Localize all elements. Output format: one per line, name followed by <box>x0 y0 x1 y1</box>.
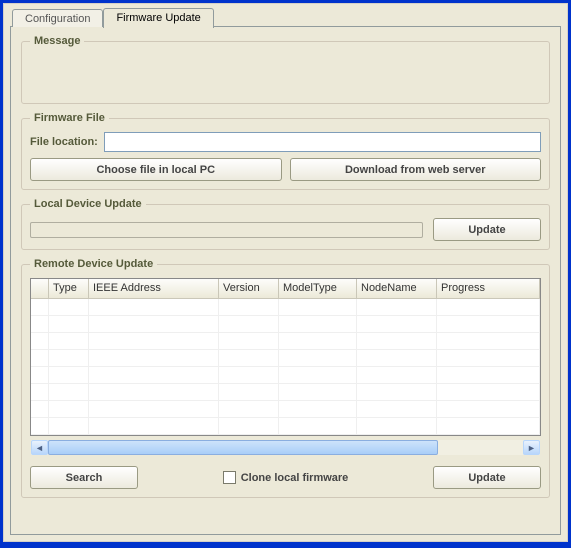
message-legend: Message <box>30 35 84 47</box>
clone-firmware-text: Clone local firmware <box>241 472 349 484</box>
table-row[interactable] <box>31 367 540 384</box>
tab-configuration[interactable]: Configuration <box>12 9 103 27</box>
scroll-thumb[interactable] <box>48 440 438 455</box>
col-version[interactable]: Version <box>219 279 279 298</box>
tab-firmware-update[interactable]: Firmware Update <box>103 8 213 28</box>
firmware-file-group: Firmware File File location: Choose file… <box>21 112 550 190</box>
col-progress[interactable]: Progress <box>437 279 540 298</box>
table-row[interactable] <box>31 401 540 418</box>
file-location-input[interactable] <box>104 132 541 152</box>
table-header: Type IEEE Address Version ModelType Node… <box>31 279 540 299</box>
device-table: Type IEEE Address Version ModelType Node… <box>30 278 541 436</box>
table-row[interactable] <box>31 299 540 316</box>
scroll-left-button[interactable]: ◄ <box>31 440 48 455</box>
firmware-file-legend: Firmware File <box>30 112 109 124</box>
chevron-left-icon: ◄ <box>35 443 44 453</box>
file-location-label: File location: <box>30 136 98 148</box>
table-row[interactable] <box>31 418 540 435</box>
remote-update-button[interactable]: Update <box>433 466 541 489</box>
message-group: Message <box>21 35 550 104</box>
chevron-right-icon: ► <box>527 443 536 453</box>
table-row[interactable] <box>31 350 540 367</box>
col-type[interactable]: Type <box>49 279 89 298</box>
choose-file-button[interactable]: Choose file in local PC <box>30 158 282 181</box>
remote-device-update-legend: Remote Device Update <box>30 258 157 270</box>
scroll-track[interactable] <box>48 440 523 455</box>
table-body <box>31 299 540 435</box>
col-nodename[interactable]: NodeName <box>357 279 437 298</box>
table-row[interactable] <box>31 316 540 333</box>
local-device-update-legend: Local Device Update <box>30 198 146 210</box>
download-web-button[interactable]: Download from web server <box>290 158 542 181</box>
local-update-button[interactable]: Update <box>433 218 541 241</box>
scroll-right-button[interactable]: ► <box>523 440 540 455</box>
tab-strip: Configuration Firmware Update <box>12 7 214 27</box>
remote-device-update-group: Remote Device Update Type IEEE Address V… <box>21 258 550 498</box>
col-blank[interactable] <box>31 279 49 298</box>
col-modeltype[interactable]: ModelType <box>279 279 357 298</box>
tab-content: Message Firmware File File location: Cho… <box>10 26 561 535</box>
horizontal-scrollbar[interactable]: ◄ ► <box>30 439 541 456</box>
search-button[interactable]: Search <box>30 466 138 489</box>
local-device-update-group: Local Device Update Update <box>21 198 550 250</box>
local-update-progress <box>30 222 423 238</box>
table-row[interactable] <box>31 333 540 350</box>
col-ieee[interactable]: IEEE Address <box>89 279 219 298</box>
firmware-update-panel: Configuration Firmware Update Message Fi… <box>3 3 568 542</box>
clone-firmware-label[interactable]: Clone local firmware <box>223 471 349 484</box>
clone-firmware-checkbox[interactable] <box>223 471 236 484</box>
table-row[interactable] <box>31 384 540 401</box>
message-body <box>30 55 541 95</box>
